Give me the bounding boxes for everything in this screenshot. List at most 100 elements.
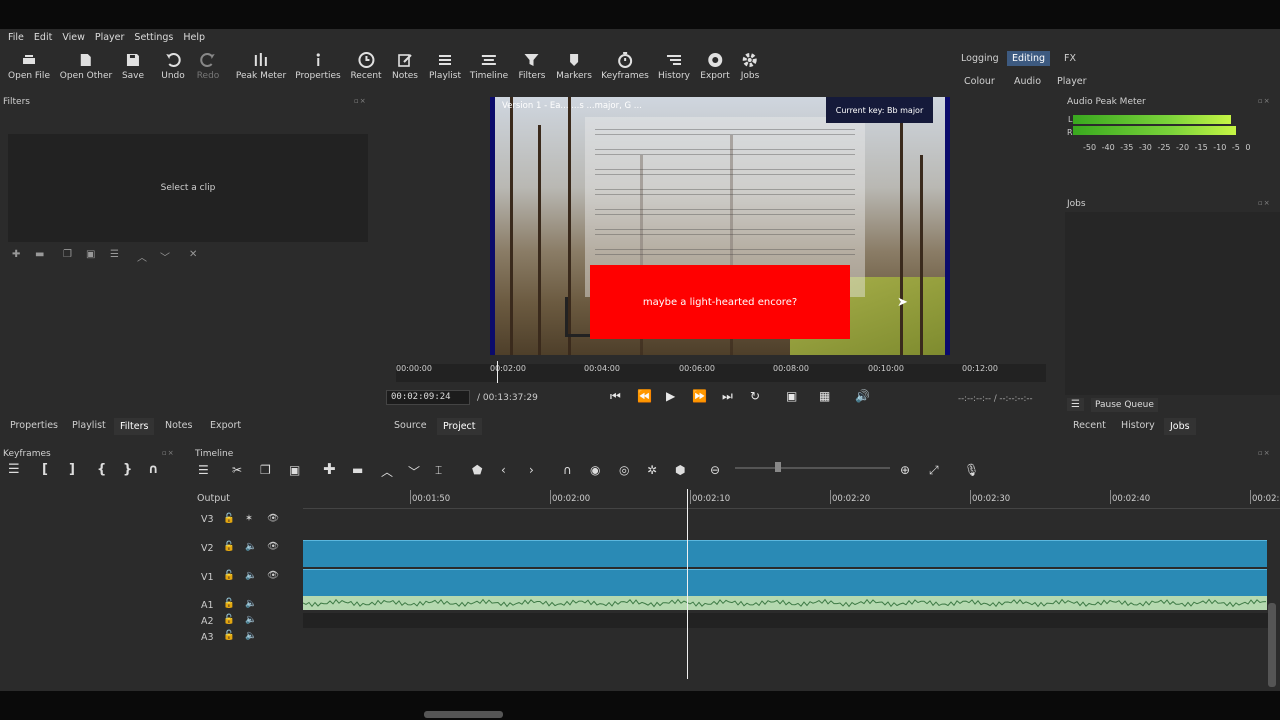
video-viewer[interactable]: Version 1 - Ea... ...s ...major, G ... C…	[490, 97, 950, 355]
tab-source[interactable]: Source	[388, 417, 433, 434]
eye-icon[interactable]: 👁	[267, 541, 279, 552]
redo-button[interactable]: Redo	[197, 49, 219, 81]
append-icon[interactable]: ✚	[323, 460, 336, 478]
timeline-button[interactable]: Timeline	[470, 49, 508, 81]
timeline-playhead[interactable]	[687, 489, 688, 679]
seek-out-icon[interactable]: ]	[69, 462, 75, 477]
ripple-all-icon[interactable]: ✲	[647, 463, 657, 477]
markers-button[interactable]: Markers	[556, 49, 592, 81]
layout-editing[interactable]: Editing	[1007, 51, 1051, 66]
jobs-menu-icon[interactable]: ☰	[1067, 398, 1084, 411]
filters-button[interactable]: Filters	[519, 49, 545, 81]
tab-notes[interactable]: Notes	[159, 417, 198, 434]
notes-button[interactable]: Notes	[392, 49, 418, 81]
paste-filter-icon[interactable]: ▣	[86, 249, 95, 260]
playlist-button[interactable]: Playlist	[429, 49, 461, 81]
lock-icon[interactable]: 🔓	[223, 570, 235, 581]
snap-icon[interactable]: ∩	[563, 463, 572, 477]
paste-icon[interactable]: ▣	[289, 463, 300, 477]
jobs-button[interactable]: Jobs	[741, 49, 759, 81]
preset-icon[interactable]: ☰	[110, 249, 119, 260]
pause-queue-button[interactable]: Pause Queue	[1091, 398, 1158, 412]
track-header-v2[interactable]: V2 🔓 🔈 👁	[191, 541, 303, 565]
layout-player[interactable]: Player	[1057, 76, 1087, 87]
lock-icon[interactable]: 🔓	[223, 513, 235, 524]
lift-icon[interactable]: ︿	[381, 463, 393, 480]
copy-filter-icon[interactable]: ❐	[63, 249, 72, 260]
tab-recent[interactable]: Recent	[1067, 417, 1112, 434]
track-header-a1[interactable]: A1 🔓 🔈	[191, 598, 303, 613]
open-file-button[interactable]: Open File	[8, 49, 50, 81]
speaker-icon[interactable]: 🔈	[245, 570, 257, 581]
history-button[interactable]: History	[658, 49, 690, 81]
keyframes-button[interactable]: Keyframes	[601, 49, 649, 81]
lock-icon[interactable]: 🔓	[223, 630, 235, 641]
skip-previous-icon[interactable]: ⏮	[610, 389, 621, 404]
filters-list[interactable]: Select a clip	[8, 134, 368, 242]
menu-file[interactable]: File	[8, 32, 24, 43]
timeline-horizontal-scrollbar[interactable]	[424, 711, 503, 718]
overwrite-icon[interactable]: ﹀	[408, 463, 420, 480]
remove-icon[interactable]: ▬	[352, 463, 363, 477]
player-ruler[interactable]: 00:00:00 00:02:00 00:04:00 00:06:00 00:0…	[396, 364, 1046, 382]
move-up-icon[interactable]: ︿	[137, 249, 147, 264]
eye-icon[interactable]: 👁	[267, 570, 279, 581]
loop-icon[interactable]: ↻	[750, 389, 760, 403]
rewind-icon[interactable]: ⏪	[637, 389, 652, 403]
scrub-icon[interactable]: ◉	[590, 463, 600, 477]
speaker-icon[interactable]: 🔈	[245, 630, 257, 641]
lock-icon[interactable]: 🔓	[223, 598, 235, 609]
track-lane-a3[interactable]	[303, 629, 1268, 644]
track-header-v1[interactable]: V1 🔓 🔈 👁	[191, 570, 303, 594]
cut-icon[interactable]: ✂	[232, 463, 242, 477]
next-keyframe-icon[interactable]: }	[123, 462, 132, 477]
dock-float-icon[interactable]: ▫×	[1258, 449, 1272, 457]
skip-next-icon[interactable]: ⏭	[722, 389, 733, 404]
tab-project[interactable]: Project	[437, 418, 482, 435]
ripple-icon[interactable]: ◎	[619, 463, 629, 477]
fast-forward-icon[interactable]: ⏩	[692, 389, 707, 403]
speaker-icon[interactable]: 🔈	[245, 541, 257, 552]
tab-export[interactable]: Export	[204, 417, 247, 434]
recent-button[interactable]: Recent	[350, 49, 382, 81]
zoom-in-icon[interactable]: ⊕	[900, 463, 910, 477]
tab-jobs[interactable]: Jobs	[1164, 418, 1196, 435]
layout-logging[interactable]: Logging	[961, 53, 999, 64]
zoom-slider[interactable]	[735, 467, 890, 469]
eye-icon[interactable]: 👁	[267, 513, 279, 524]
video-clip-v2[interactable]	[303, 540, 1267, 567]
keyframes-menu-icon[interactable]: ☰	[8, 462, 20, 477]
dock-float-icon[interactable]: ▫×	[1258, 199, 1272, 207]
peak-meter-button[interactable]: Peak Meter	[236, 49, 286, 81]
ripple-markers-icon[interactable]: ⬢	[675, 463, 685, 477]
properties-button[interactable]: Properties	[295, 49, 341, 81]
menu-help[interactable]: Help	[183, 32, 205, 43]
dock-float-icon[interactable]: ▫×	[1258, 97, 1272, 105]
previous-marker-icon[interactable]: ‹	[501, 463, 506, 477]
jobs-list[interactable]	[1065, 212, 1280, 395]
menu-settings[interactable]: Settings	[134, 32, 173, 43]
timeline-menu-icon[interactable]: ☰	[198, 463, 209, 477]
tab-playlist[interactable]: Playlist	[66, 417, 112, 434]
seek-in-icon[interactable]: [	[42, 462, 48, 477]
lock-icon[interactable]: 🔓	[223, 541, 235, 552]
track-header-a3[interactable]: A3 🔓 🔈	[191, 630, 303, 645]
next-marker-icon[interactable]: ›	[529, 463, 534, 477]
player-playhead[interactable]	[497, 361, 498, 383]
zoom-slider-handle[interactable]	[775, 462, 781, 472]
zoom-icon[interactable]: ▣	[786, 389, 797, 403]
lock-icon[interactable]: 🔓	[223, 614, 235, 625]
undo-button[interactable]: Undo	[161, 49, 185, 81]
record-audio-icon[interactable]: 🎙	[964, 463, 979, 477]
deselect-icon[interactable]: ✕	[189, 249, 197, 260]
track-header-a2[interactable]: A2 🔓 🔈	[191, 614, 303, 629]
dock-float-icon[interactable]: ▫×	[162, 449, 176, 457]
timeline-ruler[interactable]: 00:01:50 00:02:00 00:02:10 00:02:20 00:0…	[303, 489, 1280, 509]
timecode-input[interactable]: 00:02:09:24	[386, 390, 470, 405]
track-header-v3[interactable]: V3 🔓 ✶ 👁	[191, 513, 303, 537]
menu-edit[interactable]: Edit	[34, 32, 52, 43]
tab-properties[interactable]: Properties	[4, 417, 64, 434]
menu-view[interactable]: View	[62, 32, 85, 43]
copy-icon[interactable]: ❐	[260, 463, 271, 477]
tab-history[interactable]: History	[1115, 417, 1161, 434]
